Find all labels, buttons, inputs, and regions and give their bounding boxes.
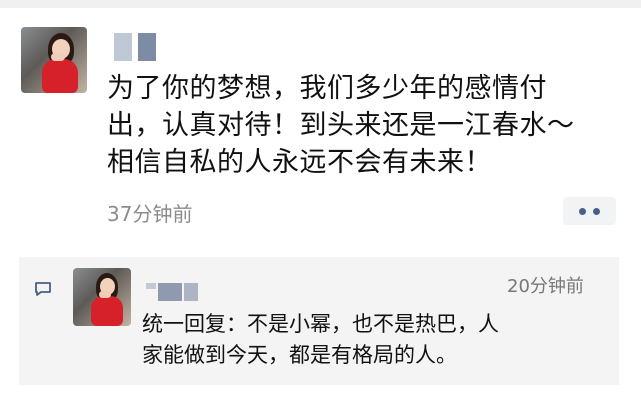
more-actions-button[interactable]	[563, 197, 616, 225]
post-line: 相信自私的人永远不会有未来！	[107, 147, 492, 178]
post-line: 为了你的梦想，我们多少年的感情付	[107, 73, 547, 104]
top-divider	[0, 0, 641, 8]
post-author-avatar[interactable]	[21, 27, 87, 93]
comment-bubble-icon	[35, 282, 51, 296]
comment-timestamp: 20分钟前	[507, 276, 584, 297]
comment-author-avatar[interactable]	[73, 268, 131, 326]
ellipsis-icon	[593, 207, 600, 215]
comment-line: 统一回复：不是小幂，也不是热巴，人	[142, 312, 499, 336]
post-line: 出，认真对待！到头来还是一江春水～	[107, 110, 575, 141]
comment-line: 家能做到今天，都是有格局的人。	[142, 343, 457, 367]
post-timestamp: 37分钟前	[107, 202, 193, 226]
post-content: 为了你的梦想，我们多少年的感情付 出，认真对待！到头来还是一江春水～ 相信自私的…	[107, 70, 617, 181]
comment-author-name[interactable]	[146, 283, 198, 301]
ellipsis-icon	[579, 207, 586, 215]
post-author-name[interactable]	[114, 33, 156, 61]
comment-content: 统一回复：不是小幂，也不是热巴，人 家能做到今天，都是有格局的人。	[142, 309, 602, 371]
